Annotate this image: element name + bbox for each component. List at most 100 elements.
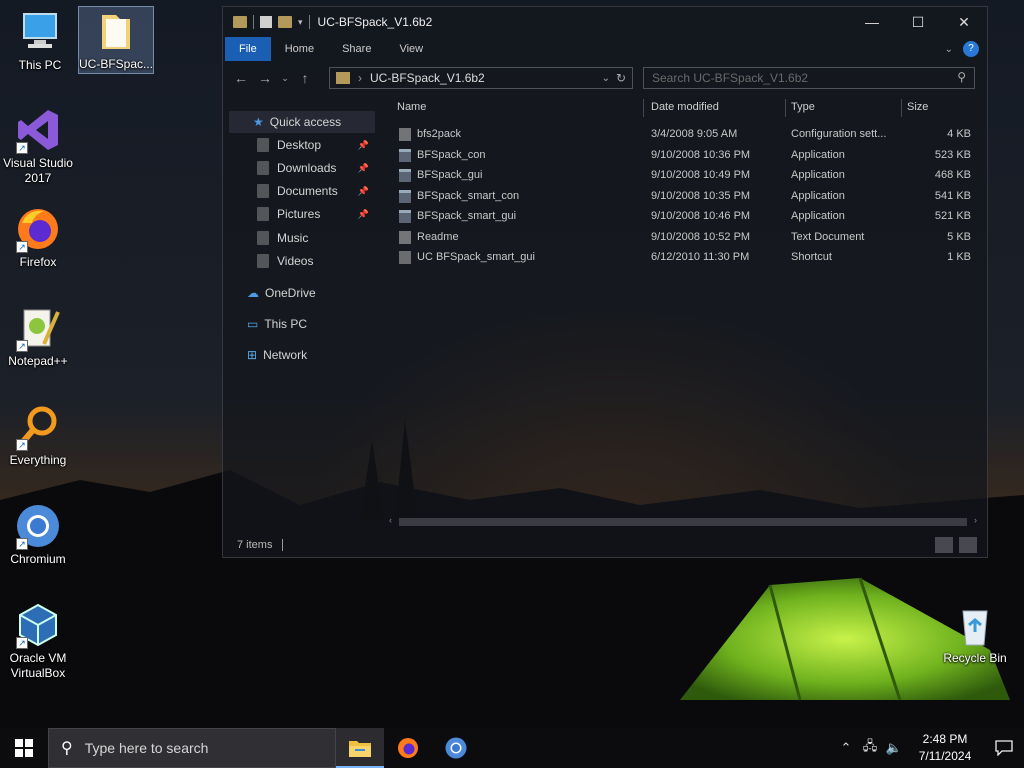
nav-label: Downloads [277, 161, 337, 175]
title-bar[interactable]: ▾ UC-BFSpack_V1.6b2 — ☐ ✕ [223, 7, 987, 37]
file-name: BFSpack_smart_gui [417, 210, 517, 222]
desktop-icon-recycle-bin[interactable]: Recycle Bin [937, 601, 1013, 666]
status-bar: 7 items [223, 533, 987, 557]
column-divider[interactable] [901, 99, 902, 117]
file-row[interactable]: bfs2pack 3/4/2008 9:05 AM Configuration se… [389, 125, 977, 145]
expand-ribbon-icon[interactable]: ⌄ [945, 44, 953, 55]
nav-item-onedrive[interactable]: ☁ OneDrive [247, 282, 375, 304]
nav-item-videos[interactable]: Videos [257, 250, 375, 272]
close-button[interactable]: ✕ [941, 7, 987, 37]
search-placeholder: Type here to search [84, 740, 209, 756]
start-button[interactable] [0, 728, 48, 768]
nav-item-quick-access[interactable]: ★ Quick access [229, 111, 375, 133]
nav-label: Desktop [277, 138, 322, 152]
recent-locations-button[interactable]: ⌄ [277, 73, 293, 84]
large-icons-view-button[interactable] [959, 537, 977, 553]
desktop-icon-notepadpp[interactable]: ↗ Notepad++ [0, 304, 76, 369]
column-header-type[interactable]: Type [791, 95, 815, 119]
customize-toolbar-icon[interactable]: ▾ [298, 17, 303, 28]
column-header-name[interactable]: Name [397, 95, 426, 119]
cloud-icon: ☁ [247, 286, 259, 300]
taskbar-search-input[interactable]: ⚲ Type here to search [48, 728, 336, 768]
column-divider[interactable] [643, 99, 644, 117]
file-row[interactable]: BFSpack_smart_gui 9/10/2008 10:46 PM Appli… [389, 207, 977, 227]
nav-item-network[interactable]: ⊞ Network [247, 344, 375, 366]
volume-muted-icon[interactable]: 🔈 [882, 740, 906, 756]
file-row[interactable]: BFSpack_con 9/10/2008 10:36 PM Application… [389, 146, 977, 166]
search-placeholder: Search UC-BFSpack_V1.6b2 [652, 71, 809, 85]
search-input[interactable]: Search UC-BFSpack_V1.6b2 ⚲ [643, 67, 975, 89]
taskbar-chromium[interactable] [432, 728, 480, 768]
folder-icon [233, 16, 247, 28]
computer-icon: ▭ [247, 317, 259, 331]
file-type: Application [791, 210, 845, 222]
file-size: 5 KB [947, 230, 971, 243]
file-row[interactable]: BFSpack_smart_con 9/10/2008 10:35 PM Appli… [389, 187, 977, 207]
chevron-up-icon[interactable]: ⌃ [834, 740, 858, 756]
scroll-left-icon[interactable]: ‹ [389, 515, 392, 525]
minimize-button[interactable]: — [849, 7, 895, 37]
file-date: 9/10/2008 10:35 PM [651, 189, 751, 202]
nav-item-desktop[interactable]: Desktop 📌 [257, 134, 375, 156]
forward-button[interactable]: → [253, 70, 277, 86]
help-icon[interactable]: ? [963, 41, 979, 57]
folder-icon [336, 72, 350, 84]
column-divider[interactable] [785, 99, 786, 117]
application-icon [399, 169, 411, 182]
horizontal-scrollbar[interactable]: ‹ › [389, 515, 977, 529]
nav-label: This PC [264, 317, 308, 331]
pin-icon: 📌 [357, 208, 369, 219]
desktop-icon-chromium[interactable]: ↗ Chromium [0, 502, 76, 567]
address-dropdown-icon[interactable]: ⌄ [602, 73, 610, 84]
taskbar-file-explorer[interactable] [336, 728, 384, 768]
new-folder-icon[interactable] [278, 16, 292, 28]
file-size: 521 KB [934, 210, 971, 222]
maximize-button[interactable]: ☐ [895, 7, 941, 37]
desktop-icon-firefox[interactable]: ↗ Firefox [0, 205, 76, 270]
nav-label: OneDrive [265, 286, 316, 300]
notification-center-button[interactable] [984, 740, 1024, 756]
nav-item-documents[interactable]: Documents 📌 [257, 180, 375, 202]
desktop-icon-virtualbox[interactable]: ↗ Oracle VM VirtualBox [0, 601, 76, 681]
file-row[interactable]: BFSpack_gui 9/10/2008 10:49 PM Application… [389, 166, 977, 186]
file-row[interactable]: UC BFSpack_smart_gui 6/12/2010 11:30 PM Sh… [389, 248, 977, 268]
properties-icon[interactable] [260, 16, 272, 28]
desktop-icon-uc-bfspack[interactable]: UC-BFSpac... [78, 6, 154, 74]
scroll-right-icon[interactable]: › [974, 515, 977, 525]
refresh-icon[interactable]: ↻ [616, 71, 626, 85]
file-type: Configuration sett... [791, 128, 887, 140]
tab-home[interactable]: Home [271, 37, 328, 61]
nav-item-this-pc[interactable]: ▭ This PC [247, 313, 375, 335]
up-button[interactable]: ↑ [293, 70, 317, 86]
file-type: Shortcut [791, 251, 832, 263]
file-size: 523 KB [934, 148, 971, 161]
network-icon[interactable]: 🖧 [858, 737, 882, 759]
details-view-button[interactable] [935, 537, 953, 553]
address-bar[interactable]: › UC-BFSpack_V1.6b2 ⌄ ↻ [329, 67, 633, 89]
column-header-size[interactable]: Size [907, 95, 928, 119]
desktop-icon-visual-studio[interactable]: ↗ Visual Studio 2017 [0, 106, 76, 186]
file-size: 541 KB [934, 189, 971, 202]
back-button[interactable]: ← [229, 70, 253, 86]
address-text: UC-BFSpack_V1.6b2 [370, 71, 485, 85]
clock[interactable]: 2:48 PM 7/11/2024 [906, 731, 984, 765]
scrollbar-thumb[interactable] [399, 518, 967, 526]
desktop-icon-label: Recycle Bin [943, 651, 1007, 665]
column-header-date[interactable]: Date modified [651, 95, 719, 119]
file-size: 468 KB [934, 169, 971, 181]
file-date: 9/10/2008 10:49 PM [651, 169, 751, 181]
nav-item-downloads[interactable]: Downloads 📌 [257, 157, 375, 179]
nav-item-music[interactable]: Music [257, 227, 375, 249]
tab-view[interactable]: View [385, 37, 437, 61]
desktop-icon-this-pc[interactable]: This PC [2, 8, 78, 73]
pin-icon: 📌 [357, 139, 369, 150]
shortcut-icon [399, 251, 411, 264]
file-explorer-window[interactable]: ▾ UC-BFSpack_V1.6b2 — ☐ ✕ File Home Shar… [222, 6, 988, 558]
taskbar-firefox[interactable] [384, 728, 432, 768]
tab-file[interactable]: File [225, 37, 271, 61]
tab-share[interactable]: Share [328, 37, 385, 61]
file-row[interactable]: Readme 9/10/2008 10:52 PM Text Document 5 K… [389, 228, 977, 248]
nav-item-pictures[interactable]: Pictures 📌 [257, 203, 375, 225]
ribbon-tabs: File Home Share View ⌄ ? [223, 37, 987, 61]
desktop-icon-everything[interactable]: ↗ Everything [0, 403, 76, 468]
